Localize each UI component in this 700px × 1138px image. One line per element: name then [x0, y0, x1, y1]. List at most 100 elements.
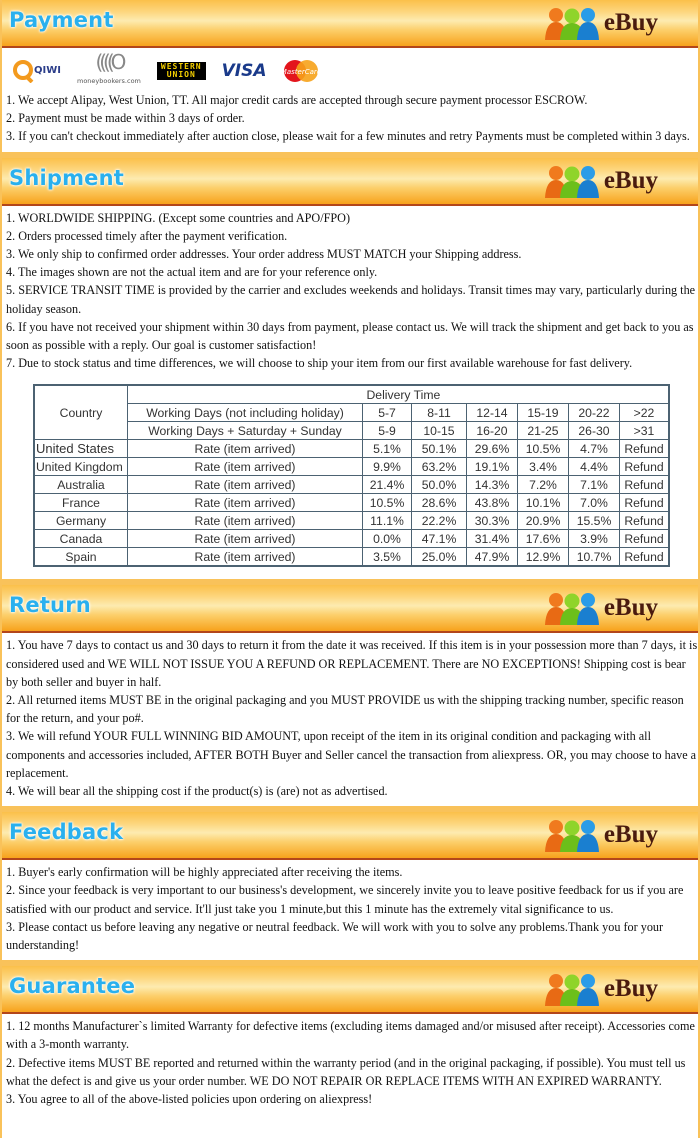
country-row: Australia Rate (item arrived) 21.4% 50.0% 14…	[33, 475, 670, 495]
section-title: Feedback	[9, 820, 124, 845]
rate-value: Refund	[619, 439, 670, 459]
return-item: 4. We will bear all the shipping cost if…	[6, 784, 388, 799]
rate-label: Rate (item arrived)	[127, 493, 363, 513]
return-content: 1. You have 7 days to contact us and 30 …	[2, 633, 698, 806]
rate-value: 12.9%	[517, 547, 569, 567]
rate-value: Refund	[619, 529, 670, 549]
shipment-item: 5. SERVICE TRANSIT TIME is provided by t…	[6, 283, 696, 316]
feedback-header: Feedback eBuy	[2, 812, 698, 861]
rate-value: 9.9%	[362, 457, 412, 477]
people-group-icon	[544, 165, 599, 198]
rate-value: 10.5%	[517, 439, 569, 459]
shipment-item: 3. We only ship to confirmed order addre…	[6, 247, 522, 262]
rate-label: Rate (item arrived)	[127, 439, 363, 459]
country-row: United States Rate (item arrived) 5.1% 50.1…	[33, 439, 670, 459]
feedback-item: 3. Please contact us before leaving any …	[6, 919, 664, 953]
rate-value: 25.0%	[411, 547, 467, 567]
shipment-item: 2. Orders processed timely after the pay…	[6, 228, 288, 243]
shipment-item: 6. If you have not received your shipmen…	[6, 319, 694, 353]
working-days-range: 5-7	[362, 403, 412, 423]
country-name: Spain	[33, 547, 128, 567]
section-title: Return	[9, 593, 91, 618]
shipment-item: 7. Due to stock status and time differen…	[6, 356, 633, 371]
working-days-range: >22	[619, 403, 670, 423]
payment-item: 1. We accept Alipay, West Union, TT. All…	[6, 93, 588, 107]
rate-value: 3.5%	[362, 547, 412, 567]
return-item: 2. All returned items MUST BE in the ori…	[6, 693, 684, 726]
country-row: Spain Rate (item arrived) 3.5% 25.0% 47.9% 12…	[33, 547, 670, 567]
people-group-icon	[544, 593, 599, 626]
brand-label: eBuy	[603, 9, 658, 36]
people-group-icon	[544, 974, 599, 1007]
brand-label: eBuy	[603, 594, 658, 622]
rate-value: Refund	[619, 547, 670, 567]
delivery-time-table: Country Delivery Time Working Days (not …	[33, 384, 670, 568]
return-item: 1. You have 7 days to contact us and 30 …	[6, 638, 698, 689]
brand-logo: eBuy	[544, 591, 658, 626]
rate-value: 21.4%	[362, 475, 412, 495]
return-item: 3. We will refund YOUR FULL WINNING BID …	[6, 729, 697, 780]
rate-value: 31.4%	[466, 529, 518, 549]
rate-value: 10.5%	[362, 493, 412, 513]
country-row: Canada Rate (item arrived) 0.0% 47.1% 31.4% 1…	[33, 529, 670, 549]
all-days-range: 5-9	[362, 421, 412, 441]
payment-content: QIWI ((((O moneybookers.com WESTERN UNIO…	[2, 48, 698, 152]
rate-label: Rate (item arrived)	[127, 547, 363, 567]
country-name: United Kingdom	[33, 457, 128, 477]
rate-value: 10.1%	[517, 493, 569, 513]
country-name: Germany	[33, 511, 128, 531]
rate-value: 4.7%	[568, 439, 620, 459]
rate-value: 7.1%	[568, 475, 620, 495]
delivery-time-header: Delivery Time	[362, 384, 670, 405]
svg-text:MasterCard: MasterCard	[283, 68, 319, 76]
visa-logo: VISA	[221, 60, 267, 81]
rate-value: 28.6%	[411, 493, 467, 513]
rate-value: 17.6%	[517, 529, 569, 549]
rate-value: 22.2%	[411, 511, 467, 531]
country-header: Country	[33, 384, 128, 441]
all-days-row: Working Days + Saturday + Sunday 5-9 10-…	[34, 421, 670, 441]
country-row: United Kingdom Rate (item arrived) 9.9% 63.…	[33, 457, 670, 477]
rate-value: 14.3%	[466, 475, 518, 495]
rate-value: 10.7%	[568, 547, 620, 567]
brand-label: eBuy	[603, 975, 658, 1003]
rate-value: 15.5%	[568, 511, 620, 531]
country-name: France	[33, 493, 128, 513]
brand-logo: eBuy	[544, 6, 658, 40]
all-days-range: 21-25	[517, 421, 569, 441]
rate-value: Refund	[619, 511, 670, 531]
brand-logo: eBuy	[544, 164, 658, 198]
rate-value: 30.3%	[466, 511, 518, 531]
payment-item: 2. Payment must be made within 3 days of…	[6, 111, 245, 126]
rate-value: 50.1%	[411, 439, 467, 459]
rate-value: 29.6%	[466, 439, 518, 459]
rate-value: 7.0%	[568, 493, 620, 513]
all-days-range: 26-30	[568, 421, 620, 441]
rate-value: 43.8%	[466, 493, 518, 513]
rate-label: Rate (item arrived)	[127, 511, 363, 531]
feedback-item: 2. Since your feedback is very important…	[6, 883, 684, 916]
rate-value: Refund	[619, 457, 670, 477]
rate-value: Refund	[619, 493, 670, 513]
country-name: Canada	[33, 529, 128, 549]
brand-label: eBuy	[603, 821, 658, 849]
guarantee-header: Guarantee eBuy	[2, 966, 698, 1015]
payment-item: 3. If you can't checkout immediately aft…	[6, 129, 690, 144]
payment-logos: QIWI ((((O moneybookers.com WESTERN UNIO…	[6, 51, 698, 91]
rate-label: Rate (item arrived)	[127, 529, 363, 549]
people-group-icon	[544, 8, 599, 40]
qiwi-logo: QIWI	[12, 59, 61, 83]
mastercard-logo: MasterCard	[283, 59, 319, 83]
rate-label: Rate (item arrived)	[127, 457, 363, 477]
rate-value: 4.4%	[568, 457, 620, 477]
rate-value: 3.4%	[517, 457, 569, 477]
all-days-label: Working Days + Saturday + Sunday	[127, 421, 363, 441]
rate-value: 11.1%	[362, 511, 412, 531]
country-row: Germany Rate (item arrived) 11.1% 22.2% 30.3…	[33, 511, 670, 531]
working-days-label: Working Days (not including holiday)	[127, 403, 363, 423]
rate-value: 47.9%	[466, 547, 518, 567]
feedback-item: 1. Buyer's early confirmation will be hi…	[6, 865, 403, 880]
section-title: Payment	[9, 8, 114, 32]
rate-value: 63.2%	[411, 457, 467, 477]
shipment-content: 1. WORLDWIDE SHIPPING. (Except some coun…	[2, 206, 698, 580]
